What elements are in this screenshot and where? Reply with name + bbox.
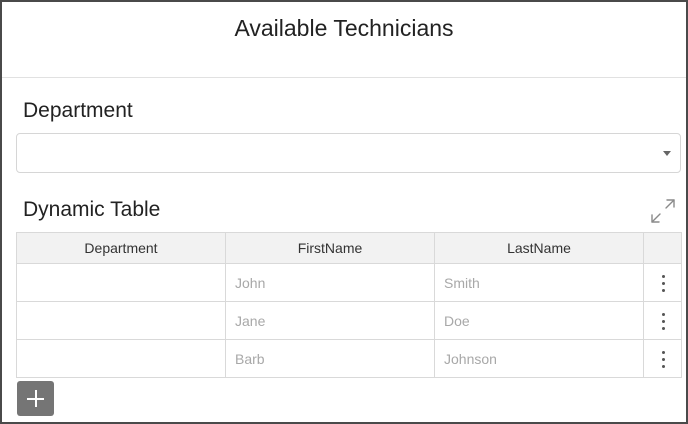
cell-department[interactable] bbox=[16, 301, 226, 340]
chevron-down-icon bbox=[663, 151, 671, 156]
cell-department[interactable] bbox=[16, 339, 226, 378]
table-row: John Smith bbox=[16, 263, 682, 302]
more-vertical-icon[interactable] bbox=[656, 273, 670, 293]
expand-button[interactable] bbox=[649, 197, 677, 225]
cell-actions bbox=[643, 301, 682, 340]
cell-firstname[interactable]: Barb bbox=[225, 339, 435, 378]
table-header-row: Department FirstName LastName bbox=[16, 232, 682, 264]
cell-lastname[interactable]: Johnson bbox=[434, 339, 644, 378]
cell-lastname[interactable]: Smith bbox=[434, 263, 644, 302]
cell-actions bbox=[643, 263, 682, 302]
cell-department[interactable] bbox=[16, 263, 226, 302]
column-header-lastname[interactable]: LastName bbox=[434, 232, 644, 264]
more-vertical-icon[interactable] bbox=[656, 311, 670, 331]
cell-lastname[interactable]: Doe bbox=[434, 301, 644, 340]
cell-firstname[interactable]: John bbox=[225, 263, 435, 302]
expand-icon bbox=[651, 199, 675, 223]
add-row-button[interactable] bbox=[17, 381, 54, 416]
table-row: Barb Johnson bbox=[16, 339, 682, 378]
dynamic-table: Department FirstName LastName John Smith… bbox=[16, 232, 682, 378]
column-header-firstname[interactable]: FirstName bbox=[225, 232, 435, 264]
department-select[interactable] bbox=[16, 133, 681, 173]
column-header-actions bbox=[643, 232, 682, 264]
page-title: Available Technicians bbox=[234, 15, 454, 41]
header: Available Technicians bbox=[2, 2, 686, 78]
cell-actions bbox=[643, 339, 682, 378]
table-row: Jane Doe bbox=[16, 301, 682, 340]
more-vertical-icon[interactable] bbox=[656, 349, 670, 369]
department-label: Department bbox=[23, 99, 133, 122]
column-header-department[interactable]: Department bbox=[16, 232, 226, 264]
app-frame: Available Technicians Department Dynamic… bbox=[0, 0, 688, 424]
cell-firstname[interactable]: Jane bbox=[225, 301, 435, 340]
table-title: Dynamic Table bbox=[23, 198, 161, 221]
